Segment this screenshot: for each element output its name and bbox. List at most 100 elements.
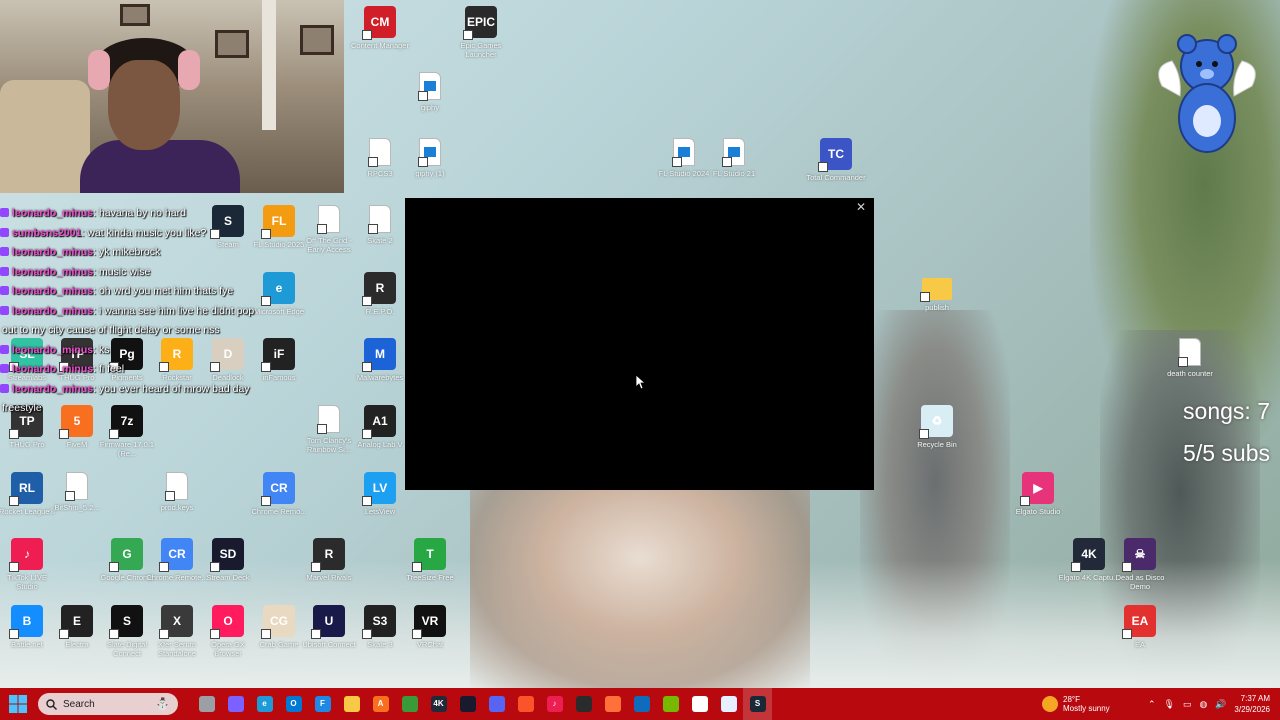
taskbar-minecraft-button[interactable] <box>395 688 424 720</box>
taskbar-firefox-button[interactable] <box>598 688 627 720</box>
file-icon <box>1178 338 1201 367</box>
chevron-up-icon[interactable]: ⌃ <box>1148 699 1156 710</box>
desktop-icon[interactable]: CR Chrome Remo... <box>248 472 310 516</box>
serum-icon: X <box>159 605 193 639</box>
desktop-icon[interactable]: CM Content Manager <box>349 6 411 50</box>
clock[interactable]: 7:37 AM 3/29/2026 <box>1222 693 1270 715</box>
chat-username: leonardo_minus <box>12 285 94 297</box>
desktop-icon[interactable]: EA EA <box>1109 605 1171 649</box>
desktop-icon[interactable]: ▶ Elgato Studio <box>1007 472 1069 516</box>
desktop-icon[interactable]: M Malwarebytes <box>349 338 411 382</box>
taskbar-fl-studio-button[interactable]: F <box>308 688 337 720</box>
weather-icon <box>1042 696 1058 712</box>
microphone-icon[interactable]: 🎙 <box>1164 699 1175 710</box>
fivem-icon: A <box>372 696 389 712</box>
malwarebytes-icon: M <box>362 338 396 372</box>
chat-username: leonardo_minus <box>12 382 94 395</box>
notepad-icon <box>691 696 708 712</box>
stream-deck-icon: SD <box>210 538 244 572</box>
door <box>262 0 276 130</box>
copilot-icon <box>227 696 244 712</box>
desktop-icon[interactable]: Skate 2 <box>349 205 411 245</box>
opera-gx-icon: O <box>210 605 244 639</box>
desktop-icon[interactable]: prod.keys <box>146 472 208 512</box>
desktop-icon[interactable]: FL Studio 21 <box>703 138 765 178</box>
taskbar-task-view-button[interactable] <box>192 688 221 720</box>
taskbar-tiktok-button[interactable]: ♪ <box>540 688 569 720</box>
bear-angel-sticker-icon <box>1152 26 1262 160</box>
file-icon <box>317 405 340 434</box>
chat-username: leonardo_minus <box>12 207 94 219</box>
vrchat-icon: VR <box>412 605 446 639</box>
desktop-icon-label: Recycle Bin <box>917 440 957 449</box>
desktop-icon[interactable]: SD Stream Deck <box>197 538 259 582</box>
wall-frame <box>215 30 249 58</box>
clock-time: 7:37 AM <box>1240 694 1270 703</box>
display-icon[interactable]: ▭ <box>1183 699 1192 710</box>
chat-message: leonardo_minus: fi feel <box>0 360 300 380</box>
analog-lab-icon: A1 <box>362 405 396 439</box>
desktop-icon[interactable]: EPIC Epic Games Launcher <box>450 6 512 59</box>
desktop-icon[interactable]: R Marvel Rivals <box>298 538 360 582</box>
taskbar-fivem-button[interactable]: A <box>366 688 395 720</box>
desktop-icon[interactable]: giphy <box>399 72 461 112</box>
taskbar-photos-button[interactable] <box>627 688 656 720</box>
snipping-icon <box>720 696 737 712</box>
taskbar-nvidia-button[interactable] <box>656 688 685 720</box>
start-button[interactable] <box>0 688 36 720</box>
black-window[interactable]: ✕ <box>405 198 874 490</box>
taskbar-brave-button[interactable] <box>511 688 540 720</box>
taskbar-notepad-button[interactable] <box>685 688 714 720</box>
taskbar-steam-button[interactable]: S <box>743 688 772 720</box>
desktop-icon[interactable]: giphy (1) <box>399 138 461 178</box>
taskbar-edge-button[interactable]: e <box>250 688 279 720</box>
taskbar-copilot-button[interactable] <box>221 688 250 720</box>
network-icon[interactable]: ◍ <box>1200 699 1208 710</box>
desktop-icon-label: TikTok LIVE Studio <box>7 573 47 591</box>
desktop-icon[interactable]: R R.E.P.O. <box>349 272 411 316</box>
chat-message: out to my city cause of flight delay or … <box>0 321 300 341</box>
desktop-icon[interactable]: death counter <box>1159 338 1221 378</box>
chat-text: out to my city cause of flight delay or … <box>2 324 220 336</box>
taskbar-discord-button[interactable] <box>482 688 511 720</box>
desktop-icon[interactable]: ♪ TikTok LIVE Studio <box>0 538 58 591</box>
taskbar-outlook-button[interactable]: O <box>279 688 308 720</box>
desktop-icon-label: VRChat <box>416 640 444 649</box>
file-icon <box>65 472 88 501</box>
desktop-icon[interactable]: TC Total Commander <box>805 138 867 182</box>
desktop-icon[interactable]: A1 Analog Lab V <box>349 405 411 449</box>
chat-text: : oh wrd you met him thats fye <box>93 285 234 297</box>
taskbar-obs-button[interactable] <box>569 688 598 720</box>
desktop-icon[interactable]: ♻ Recycle Bin <box>906 405 968 449</box>
desktop-icon[interactable]: T TreeSize Free <box>399 538 461 582</box>
4k-capture-icon: 4K <box>430 696 447 712</box>
chat-text: : wat kinda music you like? <box>81 226 207 239</box>
taskbar-4k-capture-button[interactable]: 4K <box>424 688 453 720</box>
desktop-icon-label: Total Commander <box>806 173 866 182</box>
taskbar-file-explorer-button[interactable] <box>337 688 366 720</box>
close-icon[interactable]: ✕ <box>854 200 868 214</box>
tiktok-icon: ♪ <box>9 538 43 572</box>
taskbar-stream-deck-button[interactable] <box>453 688 482 720</box>
taskbar-snipping-button[interactable] <box>714 688 743 720</box>
person-head <box>108 60 180 150</box>
chat-username: leonardo_minus <box>12 343 94 356</box>
minecraft-icon <box>401 696 418 712</box>
chrome-icon: G <box>109 538 143 572</box>
desktop-icon[interactable]: LV LetsView <box>349 472 411 516</box>
desktop-icon-label: Dead as Disco Demo <box>1115 573 1165 591</box>
desktop-icon[interactable]: VR VRChat <box>399 605 461 649</box>
taskbar-search-box[interactable]: Search ⛄ <box>38 693 178 715</box>
desktop-icon[interactable]: publish <box>906 272 968 312</box>
battlenet-icon: B <box>9 605 43 639</box>
outlook-icon: O <box>285 696 302 712</box>
desktop-icon-label: Elgato Studio <box>1015 507 1061 516</box>
desktop-icon-label: Content Manager <box>351 41 409 50</box>
desktop-icon-label: prod.keys <box>160 503 194 512</box>
desktop-icon[interactable]: BitShm_5.2... <box>46 472 108 512</box>
weather-widget[interactable]: 28°F Mostly sunny <box>1042 688 1110 720</box>
desktop-icon[interactable]: ☠ Dead as Disco Demo <box>1109 538 1171 591</box>
search-highlight-icon: ⛄ <box>155 697 170 711</box>
chat-username: leonardo_minus <box>12 304 94 317</box>
steam-icon: S <box>749 696 766 712</box>
